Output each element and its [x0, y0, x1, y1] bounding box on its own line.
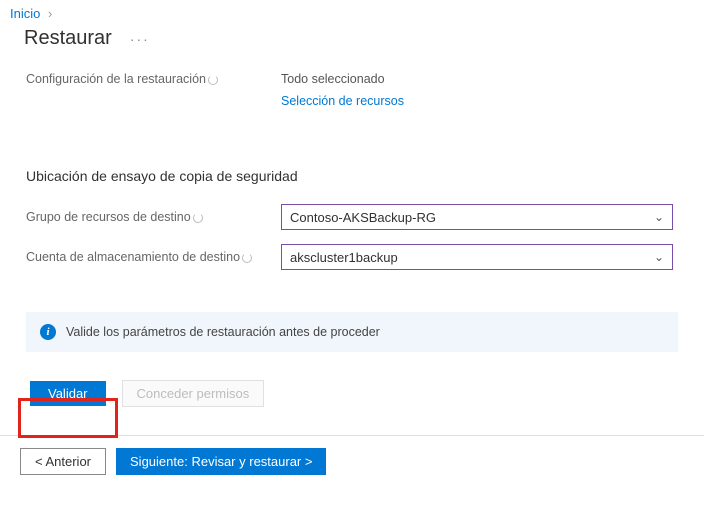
target-rg-label: Grupo de recursos de destino	[26, 210, 281, 224]
staging-section: Ubicación de ensayo de copia de segurida…	[0, 108, 704, 270]
target-rg-row: Grupo de recursos de destino Contoso-AKS…	[26, 204, 678, 230]
restore-config-label: Configuración de la restauración	[26, 72, 281, 108]
target-rg-select[interactable]: Contoso-AKSBackup-RG ⌄	[281, 204, 673, 230]
validate-button[interactable]: Validar	[30, 381, 106, 406]
next-button[interactable]: Siguiente: Revisar y restaurar >	[116, 448, 326, 475]
spinner-icon	[193, 213, 203, 223]
more-actions-icon[interactable]: ···	[130, 31, 150, 47]
chevron-right-icon: ›	[48, 6, 52, 21]
chevron-down-icon: ⌄	[654, 250, 664, 264]
page-title: Restaurar	[24, 27, 112, 50]
spinner-icon	[242, 253, 252, 263]
validate-info-banner: i Valide los parámetros de restauración …	[26, 312, 678, 352]
spinner-icon	[208, 75, 218, 85]
footer-buttons: < Anterior Siguiente: Revisar y restaura…	[0, 436, 704, 475]
target-rg-value: Contoso-AKSBackup-RG	[290, 210, 436, 225]
title-row: Restaurar ···	[0, 21, 704, 54]
previous-button[interactable]: < Anterior	[20, 448, 106, 475]
target-storage-row: Cuenta de almacenamiento de destino aksc…	[26, 244, 678, 270]
restore-config-value-group: Todo seleccionado Selección de recursos	[281, 72, 404, 108]
restore-config-value: Todo seleccionado	[281, 72, 404, 86]
restore-config-row: Configuración de la restauración Todo se…	[0, 54, 704, 108]
info-icon: i	[40, 324, 56, 340]
grant-permissions-button: Conceder permisos	[122, 380, 265, 407]
resource-selection-link[interactable]: Selección de recursos	[281, 94, 404, 108]
banner-text: Valide los parámetros de restauración an…	[66, 325, 380, 339]
breadcrumb: Inicio ›	[0, 0, 704, 21]
target-storage-select[interactable]: akscluster1backup ⌄	[281, 244, 673, 270]
chevron-down-icon: ⌄	[654, 210, 664, 224]
target-storage-label: Cuenta de almacenamiento de destino	[26, 250, 281, 264]
validate-row: Validar Conceder permisos	[0, 352, 704, 407]
target-storage-value: akscluster1backup	[290, 250, 398, 265]
staging-heading: Ubicación de ensayo de copia de segurida…	[26, 168, 678, 184]
breadcrumb-home-link[interactable]: Inicio	[10, 6, 40, 21]
